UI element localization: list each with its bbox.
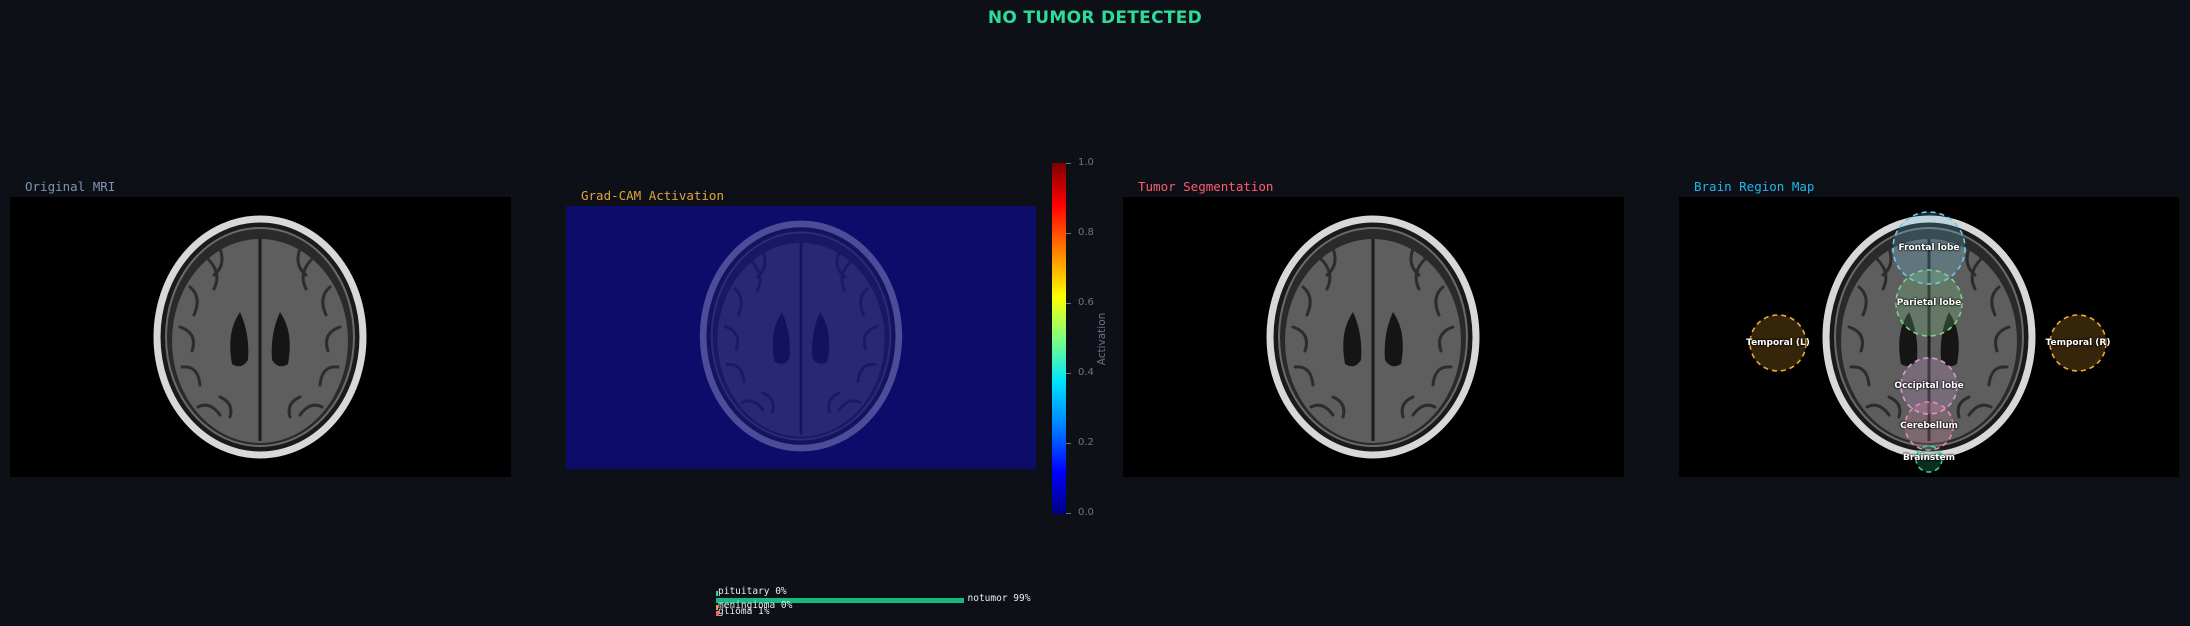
colorbar-tick (1066, 163, 1071, 164)
activation-colorbar (1052, 163, 1066, 514)
colorbar-tick-label: 0.6 (1078, 297, 1094, 308)
probability-label: glioma 1% (718, 606, 770, 617)
probability-label: pituitary 0% (718, 586, 787, 597)
colorbar-tick-label: 1.0 (1078, 157, 1094, 168)
gradcam-title: Grad-CAM Activation (581, 188, 724, 203)
segmentation-image (1123, 197, 1624, 477)
region-label-cerebellum: Cerebellum (1900, 421, 1958, 431)
colorbar-tick (1066, 443, 1071, 444)
region-label-frontal: Frontal lobe (1898, 243, 1960, 253)
colorbar-axis-label: Activation (1096, 312, 1108, 366)
region-map-title: Brain Region Map (1694, 179, 1815, 194)
gradcam-image (566, 206, 1036, 469)
region-label-temporal-left: Temporal (L) (1746, 338, 1810, 348)
colorbar-tick (1066, 513, 1071, 514)
colorbar-tick-label: 0.8 (1078, 227, 1094, 238)
segmentation-title: Tumor Segmentation (1138, 179, 1274, 194)
original-mri-title: Original MRI (25, 179, 116, 194)
region-map-image: Frontal lobe Parietal lobe Temporal (L) … (1679, 197, 2179, 477)
probability-label: notumor 99% (967, 593, 1031, 604)
colorbar-tick-label: 0.4 (1078, 367, 1094, 378)
colorbar-tick-label: 0.0 (1078, 507, 1094, 518)
region-label-brainstem: Brainstem (1902, 453, 1956, 463)
colorbar-tick (1066, 233, 1071, 234)
result-title: NO TUMOR DETECTED (987, 8, 1203, 28)
region-label-occipital: Occipital lobe (1894, 381, 1964, 391)
colorbar-tick (1066, 373, 1071, 374)
colorbar-tick-label: 0.2 (1078, 437, 1094, 448)
colorbar-tick (1066, 303, 1071, 304)
region-label-parietal: Parietal lobe (1896, 298, 1962, 308)
original-mri-image (10, 197, 511, 477)
region-label-temporal-right: Temporal (R) (2045, 338, 2111, 348)
